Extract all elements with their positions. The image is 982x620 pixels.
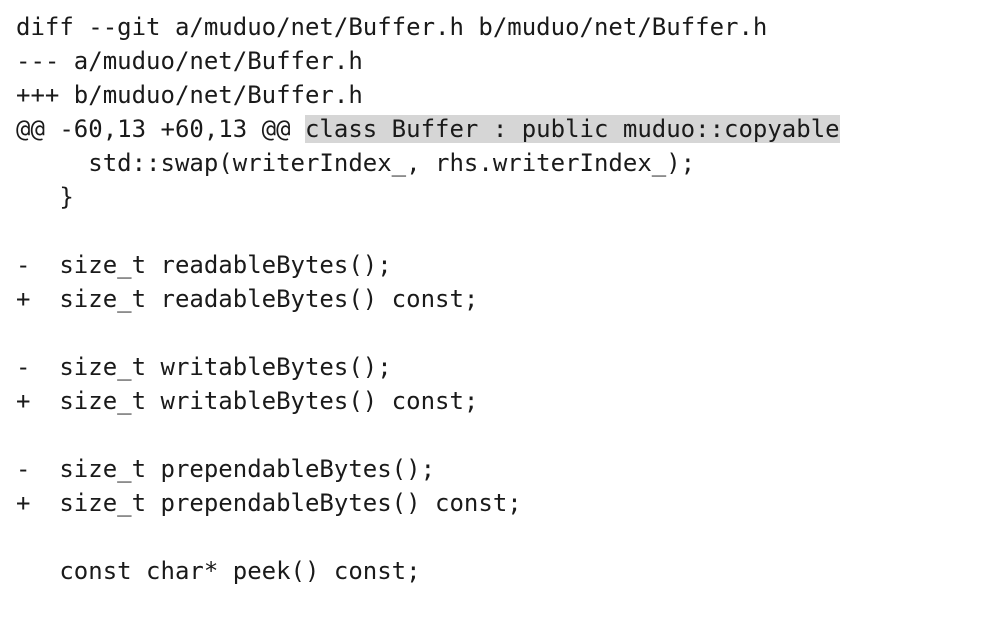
added-line: + size_t writableBytes() const; xyxy=(16,387,479,415)
context-line: } xyxy=(16,183,74,211)
context-line: const char* peek() const; xyxy=(16,557,421,585)
diff-hunk-header: @@ -60,13 +60,13 @@ class Buffer : publi… xyxy=(16,112,976,146)
diff-old-file-header: --- a/muduo/net/Buffer.h xyxy=(16,47,363,75)
diff-git-header: diff --git a/muduo/net/Buffer.h b/muduo/… xyxy=(16,13,768,41)
added-line: + size_t prependableBytes() const; xyxy=(16,489,522,517)
removed-line: - size_t prependableBytes(); xyxy=(16,455,436,483)
removed-line: - size_t writableBytes(); xyxy=(16,353,392,381)
hunk-context: class Buffer : public muduo::copyable xyxy=(304,115,840,143)
hunk-range: @@ -60,13 +60,13 @@ xyxy=(16,115,305,143)
context-line: std::swap(writerIndex_, rhs.writerIndex_… xyxy=(16,149,696,177)
added-line: + size_t readableBytes() const; xyxy=(16,285,479,313)
removed-line: - size_t readableBytes(); xyxy=(16,251,392,279)
diff-new-file-header: +++ b/muduo/net/Buffer.h xyxy=(16,81,363,109)
diff-listing: diff --git a/muduo/net/Buffer.h b/muduo/… xyxy=(16,10,976,588)
